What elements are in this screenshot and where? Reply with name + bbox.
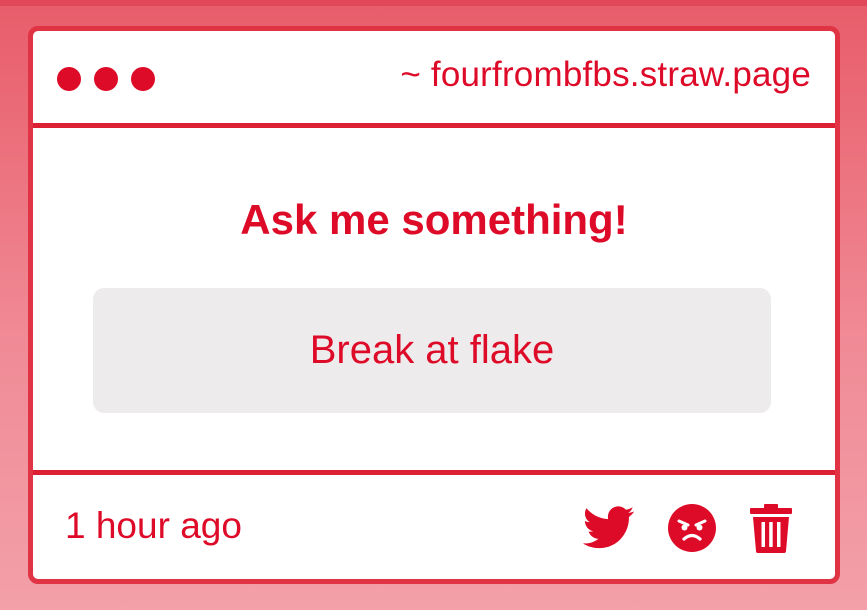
question-box: Break at flake xyxy=(93,288,771,413)
twitter-share-button[interactable] xyxy=(583,506,635,550)
window-dot-3[interactable] xyxy=(131,67,155,91)
top-strip xyxy=(0,0,867,6)
page-title: Ask me something! xyxy=(240,196,628,243)
post-card: ~ fourfrombfbs.straw.page Ask me somethi… xyxy=(28,26,840,584)
window-titlebar: ~ fourfrombfbs.straw.page xyxy=(33,31,835,123)
window-dot-2[interactable] xyxy=(94,67,118,91)
page-url[interactable]: ~ fourfrombfbs.straw.page xyxy=(400,55,811,95)
window-controls xyxy=(57,67,155,91)
trash-icon xyxy=(750,504,792,553)
react-angry-button[interactable] xyxy=(667,503,717,553)
card-body: Ask me something! Break at flake xyxy=(33,128,835,470)
angry-face-icon xyxy=(668,504,716,552)
card-footer: 1 hour ago xyxy=(33,475,835,579)
window-dot-1[interactable] xyxy=(57,67,81,91)
timestamp: 1 hour ago xyxy=(65,505,242,546)
delete-button[interactable] xyxy=(749,503,793,553)
action-buttons xyxy=(583,503,793,553)
question-text: Break at flake xyxy=(309,328,555,372)
twitter-icon xyxy=(583,506,635,549)
